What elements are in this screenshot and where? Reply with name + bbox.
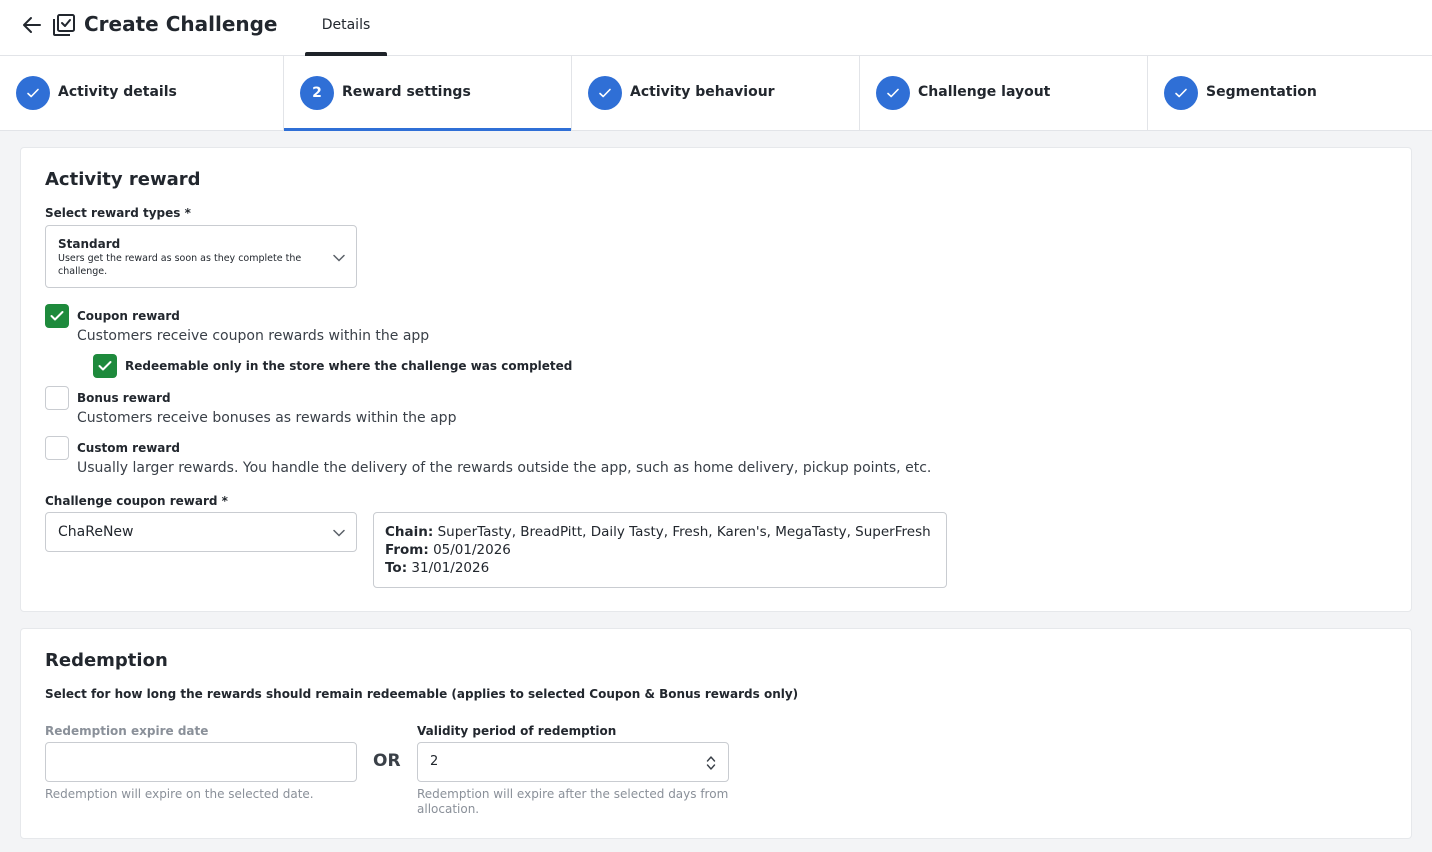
step-label: Activity behaviour: [630, 84, 775, 100]
chevron-down-icon: [333, 254, 345, 262]
top-header: Create Challenge Details: [0, 0, 1432, 56]
custom-reward-title: Custom reward: [77, 441, 180, 455]
validity-value: 2: [430, 754, 439, 769]
coupon-reward-select[interactable]: ChaReNew: [45, 512, 357, 552]
spinner-arrows-icon[interactable]: [706, 755, 716, 771]
chain-value: SuperTasty, BreadPitt, Daily Tasty, Fres…: [437, 524, 931, 540]
redemption-card: Redemption Select for how long the rewar…: [20, 628, 1412, 839]
reward-types-label: Select reward types *: [45, 206, 191, 220]
custom-reward-desc: Usually larger rewards. You handle the d…: [77, 460, 932, 476]
check-icon: [50, 311, 64, 321]
reward-type-desc-line: Users get the reward as soon as they com…: [58, 253, 302, 264]
coupon-select-label: Challenge coupon reward *: [45, 494, 228, 508]
step-label: Segmentation: [1206, 84, 1317, 100]
page-title: Create Challenge: [84, 12, 278, 36]
validity-helper-line: allocation.: [417, 802, 480, 816]
chain-row: Chain: SuperTasty, BreadPitt, Daily Tast…: [385, 523, 935, 541]
to-value: 31/01/2026: [411, 560, 490, 576]
check-icon: [16, 76, 50, 110]
to-row: To: 31/01/2026: [385, 559, 935, 577]
bonus-reward-title: Bonus reward: [77, 391, 171, 405]
step-label: Challenge layout: [918, 84, 1051, 100]
section-title: Activity reward: [45, 169, 201, 190]
step-label: Activity details: [58, 84, 177, 100]
redemption-subtitle: Select for how long the rewards should r…: [45, 687, 799, 701]
coupon-select-value: ChaReNew: [58, 524, 134, 540]
step-activity-behaviour[interactable]: Activity behaviour: [572, 56, 860, 131]
step-segmentation[interactable]: Segmentation: [1148, 56, 1432, 131]
coupon-reward-desc: Customers receive coupon rewards within …: [77, 328, 430, 344]
reward-type-description: Users get the reward as soon as they com…: [58, 252, 301, 278]
check-icon: [876, 76, 910, 110]
expire-date-label: Redemption expire date: [45, 724, 209, 738]
check-icon: [98, 361, 112, 371]
bonus-reward-checkbox[interactable]: [45, 386, 69, 410]
step-challenge-layout[interactable]: Challenge layout: [860, 56, 1148, 131]
to-label: To:: [385, 560, 408, 576]
expire-date-input[interactable]: [45, 742, 357, 782]
step-activity-details[interactable]: Activity details: [0, 56, 284, 131]
chain-label: Chain:: [385, 524, 434, 540]
chevron-down-icon: [333, 529, 345, 537]
validity-label: Validity period of redemption: [417, 724, 617, 738]
step-label: Reward settings: [342, 84, 471, 100]
bonus-reward-desc: Customers receive bonuses as rewards wit…: [77, 410, 457, 426]
step-reward-settings[interactable]: 2 Reward settings: [284, 56, 572, 131]
activity-reward-card: Activity reward Select reward types * St…: [20, 147, 1412, 612]
from-label: From:: [385, 542, 429, 558]
from-row: From: 05/01/2026: [385, 541, 935, 559]
tab-details[interactable]: Details: [305, 0, 387, 56]
validity-period-stepper[interactable]: 2: [417, 742, 729, 782]
coupon-info-box: Chain: SuperTasty, BreadPitt, Daily Tast…: [373, 512, 947, 588]
store-only-checkbox[interactable]: [93, 354, 117, 378]
or-separator: OR: [373, 751, 401, 771]
stepper: Activity details 2 Reward settings Activ…: [0, 56, 1432, 131]
validity-helper: Redemption will expire after the selecte…: [417, 787, 728, 817]
step-number: 2: [300, 76, 334, 110]
arrow-left-icon[interactable]: [20, 13, 44, 37]
from-value: 05/01/2026: [433, 542, 511, 558]
reward-type-select[interactable]: Standard Users get the reward as soon as…: [45, 225, 357, 288]
coupon-reward-title: Coupon reward: [77, 309, 180, 323]
reward-type-value: Standard: [58, 237, 121, 251]
validity-helper-line: Redemption will expire after the selecte…: [417, 787, 729, 801]
coupon-reward-checkbox[interactable]: [45, 304, 69, 328]
store-only-title: Redeemable only in the store where the c…: [125, 359, 573, 373]
expire-date-helper: Redemption will expire on the selected d…: [45, 787, 314, 801]
custom-reward-checkbox[interactable]: [45, 436, 69, 460]
check-icon: [588, 76, 622, 110]
section-title: Redemption: [45, 650, 168, 671]
checklist-icon: [52, 13, 76, 37]
reward-type-desc-line: challenge.: [58, 266, 108, 277]
check-icon: [1164, 76, 1198, 110]
